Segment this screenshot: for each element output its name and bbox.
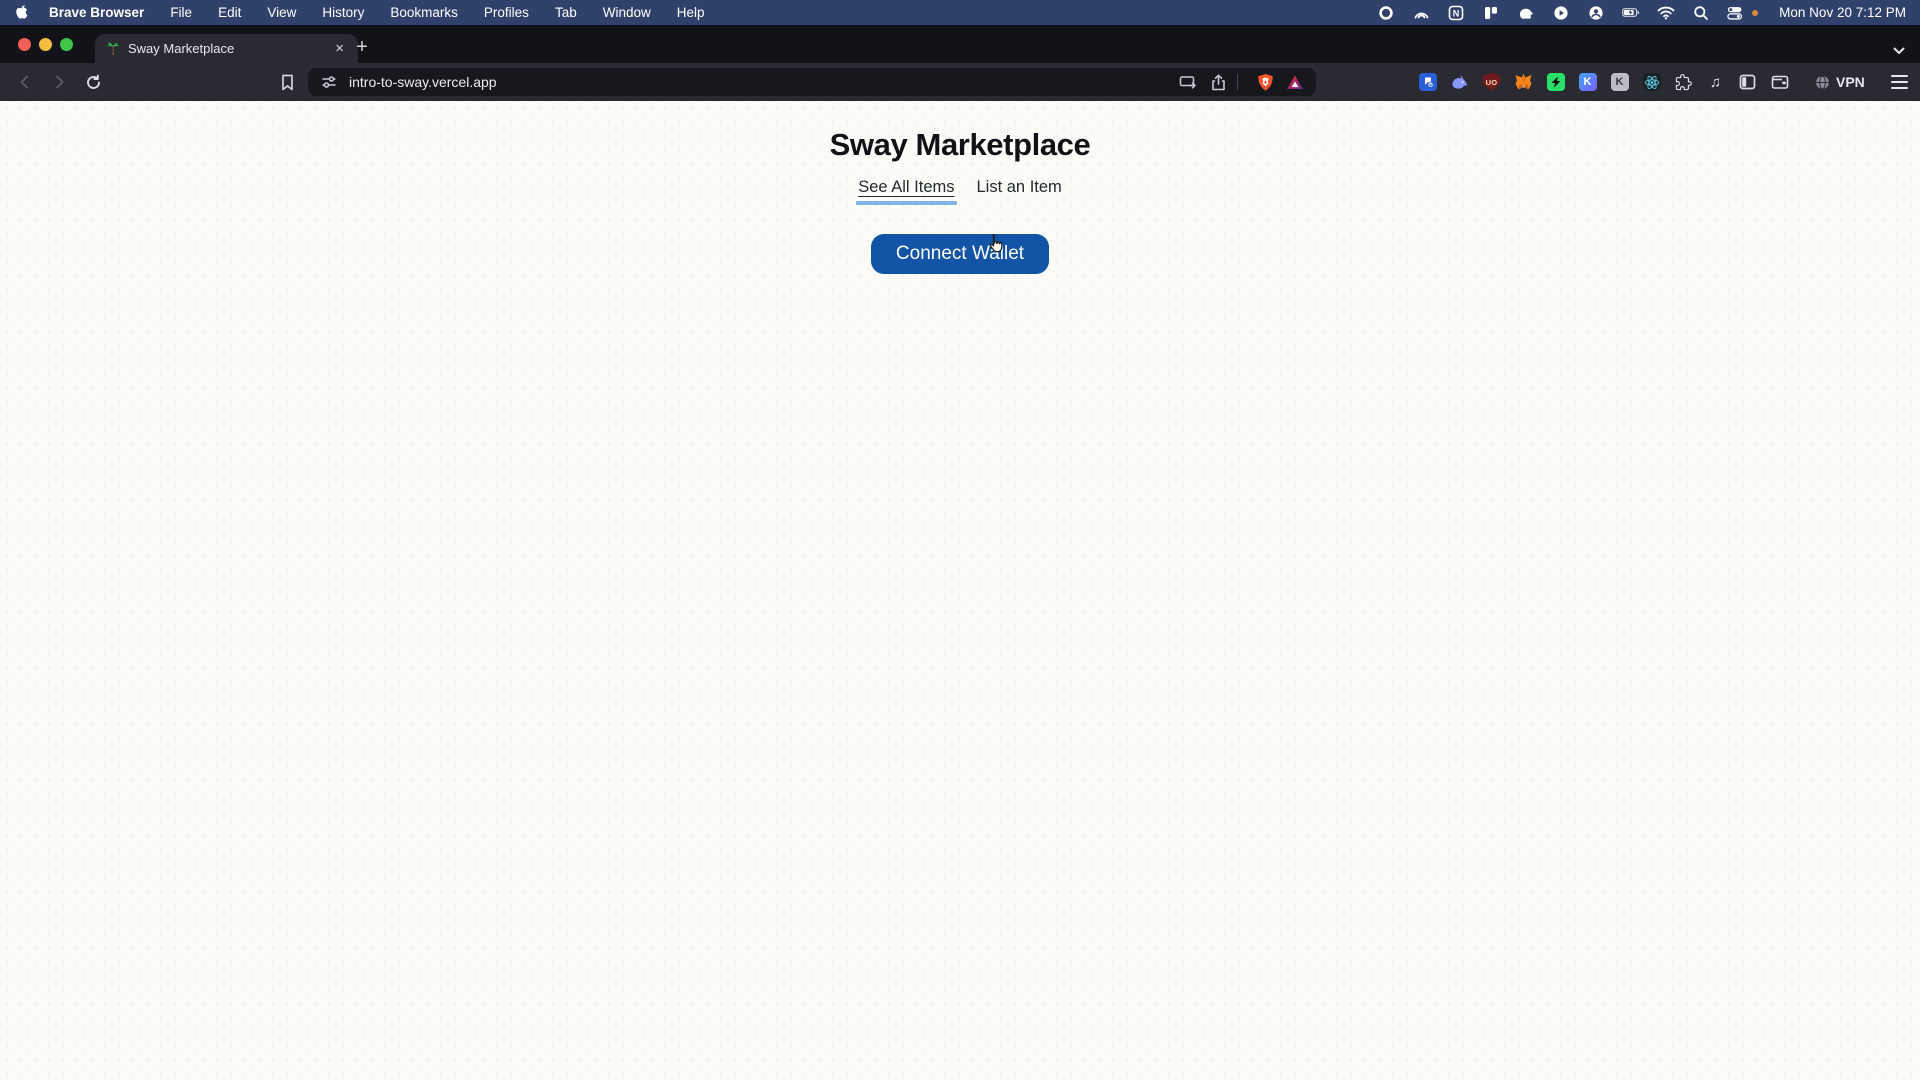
user-circle-icon[interactable] — [1587, 4, 1605, 21]
globe-icon — [1815, 75, 1830, 90]
page-content: Sway Marketplace See All Items List an I… — [0, 101, 1920, 1080]
brave-shields-icon[interactable] — [1254, 71, 1276, 93]
zoom-window-button[interactable] — [60, 38, 73, 51]
ublock-origin-extension-icon[interactable]: UO — [1482, 73, 1501, 92]
vpn-label: VPN — [1836, 74, 1865, 90]
toggles-icon[interactable] — [1727, 4, 1745, 21]
browser-toolbar: intro-to-sway.vercel.app — [0, 63, 1920, 101]
menu-profiles[interactable]: Profiles — [484, 5, 529, 20]
nav-list-an-item[interactable]: List an Item — [977, 178, 1062, 197]
macos-menubar: Brave Browser File Edit View History Boo… — [0, 0, 1920, 25]
metamask-extension-icon[interactable] — [1514, 73, 1533, 92]
tab-search-chevron-icon[interactable] — [1892, 46, 1906, 56]
brave-wallet-icon[interactable] — [1770, 73, 1789, 92]
tab-strip: Sway Marketplace × + — [0, 25, 1920, 63]
react-devtools-extension-icon[interactable] — [1642, 73, 1661, 92]
menu-help[interactable]: Help — [677, 5, 705, 20]
reload-button[interactable] — [80, 69, 106, 95]
share-icon[interactable] — [1207, 71, 1229, 93]
url-text[interactable]: intro-to-sway.vercel.app — [349, 74, 1169, 90]
page-title: Sway Marketplace — [830, 127, 1091, 163]
menu-hamburger-icon[interactable] — [1887, 71, 1912, 93]
minimize-window-button[interactable] — [39, 38, 52, 51]
menu-file[interactable]: File — [170, 5, 192, 20]
brave-rewards-bat-icon[interactable] — [1284, 71, 1306, 93]
menu-edit[interactable]: Edit — [218, 5, 241, 20]
green-wallet-extension-icon[interactable] — [1546, 73, 1565, 92]
menu-window[interactable]: Window — [603, 5, 651, 20]
spotlight-search-icon[interactable] — [1692, 4, 1710, 21]
reading-mode-icon[interactable] — [1177, 71, 1199, 93]
active-tab[interactable]: Sway Marketplace × — [95, 34, 358, 63]
close-window-button[interactable] — [18, 38, 31, 51]
battery-charging-icon[interactable] — [1622, 4, 1640, 21]
page-nav: See All Items List an Item — [858, 178, 1062, 197]
tab-close-icon[interactable]: × — [331, 39, 348, 58]
new-tab-button[interactable]: + — [349, 34, 375, 60]
sidebar-toggle-icon[interactable] — [1738, 73, 1757, 92]
media-controls-icon[interactable]: ♫ — [1706, 73, 1725, 92]
gray-k-extension-icon[interactable]: K — [1610, 73, 1629, 92]
palm-tree-favicon — [105, 41, 120, 56]
connect-wallet-button[interactable]: Connect Wallet — [871, 234, 1049, 274]
menu-history[interactable]: History — [322, 5, 364, 20]
keplr-wallet-extension-icon[interactable]: K — [1578, 73, 1597, 92]
window-manager-icon[interactable] — [1482, 4, 1500, 21]
window-controls — [18, 38, 73, 51]
password-lock-extension-icon[interactable] — [1418, 73, 1437, 92]
menubar-app-name[interactable]: Brave Browser — [49, 5, 144, 20]
extensions-row: UO K K ♫ — [1418, 73, 1789, 92]
forward-button[interactable] — [46, 69, 72, 95]
bookmark-icon[interactable] — [274, 69, 300, 95]
site-settings-sliders-icon[interactable] — [318, 71, 340, 93]
menubar-status-area: N — [1377, 4, 1906, 21]
extensions-puzzle-icon[interactable] — [1674, 73, 1693, 92]
menu-view[interactable]: View — [267, 5, 296, 20]
rabby-wallet-extension-icon[interactable] — [1450, 73, 1469, 92]
urlbar-divider — [1237, 74, 1238, 90]
elephant-app-icon[interactable] — [1517, 4, 1535, 21]
menubar-clock[interactable]: Mon Nov 20 7:12 PM — [1779, 5, 1906, 20]
svg-text:N: N — [1453, 8, 1460, 18]
screen: Brave Browser File Edit View History Boo… — [0, 0, 1920, 1080]
url-bar[interactable]: intro-to-sway.vercel.app — [308, 68, 1316, 96]
wifi-icon[interactable] — [1657, 4, 1675, 21]
apple-menu-icon[interactable] — [14, 4, 29, 21]
vpn-button[interactable]: VPN — [1815, 74, 1865, 90]
screen-record-icon[interactable] — [1377, 4, 1395, 21]
arc-icon[interactable] — [1412, 4, 1430, 21]
orange-status-dot — [1752, 10, 1758, 16]
notion-icon[interactable]: N — [1447, 4, 1465, 21]
nav-see-all-items[interactable]: See All Items — [858, 178, 954, 197]
menu-bookmarks[interactable]: Bookmarks — [390, 5, 458, 20]
menu-tab[interactable]: Tab — [555, 5, 577, 20]
back-button[interactable] — [12, 69, 38, 95]
tab-title: Sway Marketplace — [128, 41, 331, 56]
menubar-menus: File Edit View History Bookmarks Profile… — [170, 5, 704, 20]
play-circle-icon[interactable] — [1552, 4, 1570, 21]
